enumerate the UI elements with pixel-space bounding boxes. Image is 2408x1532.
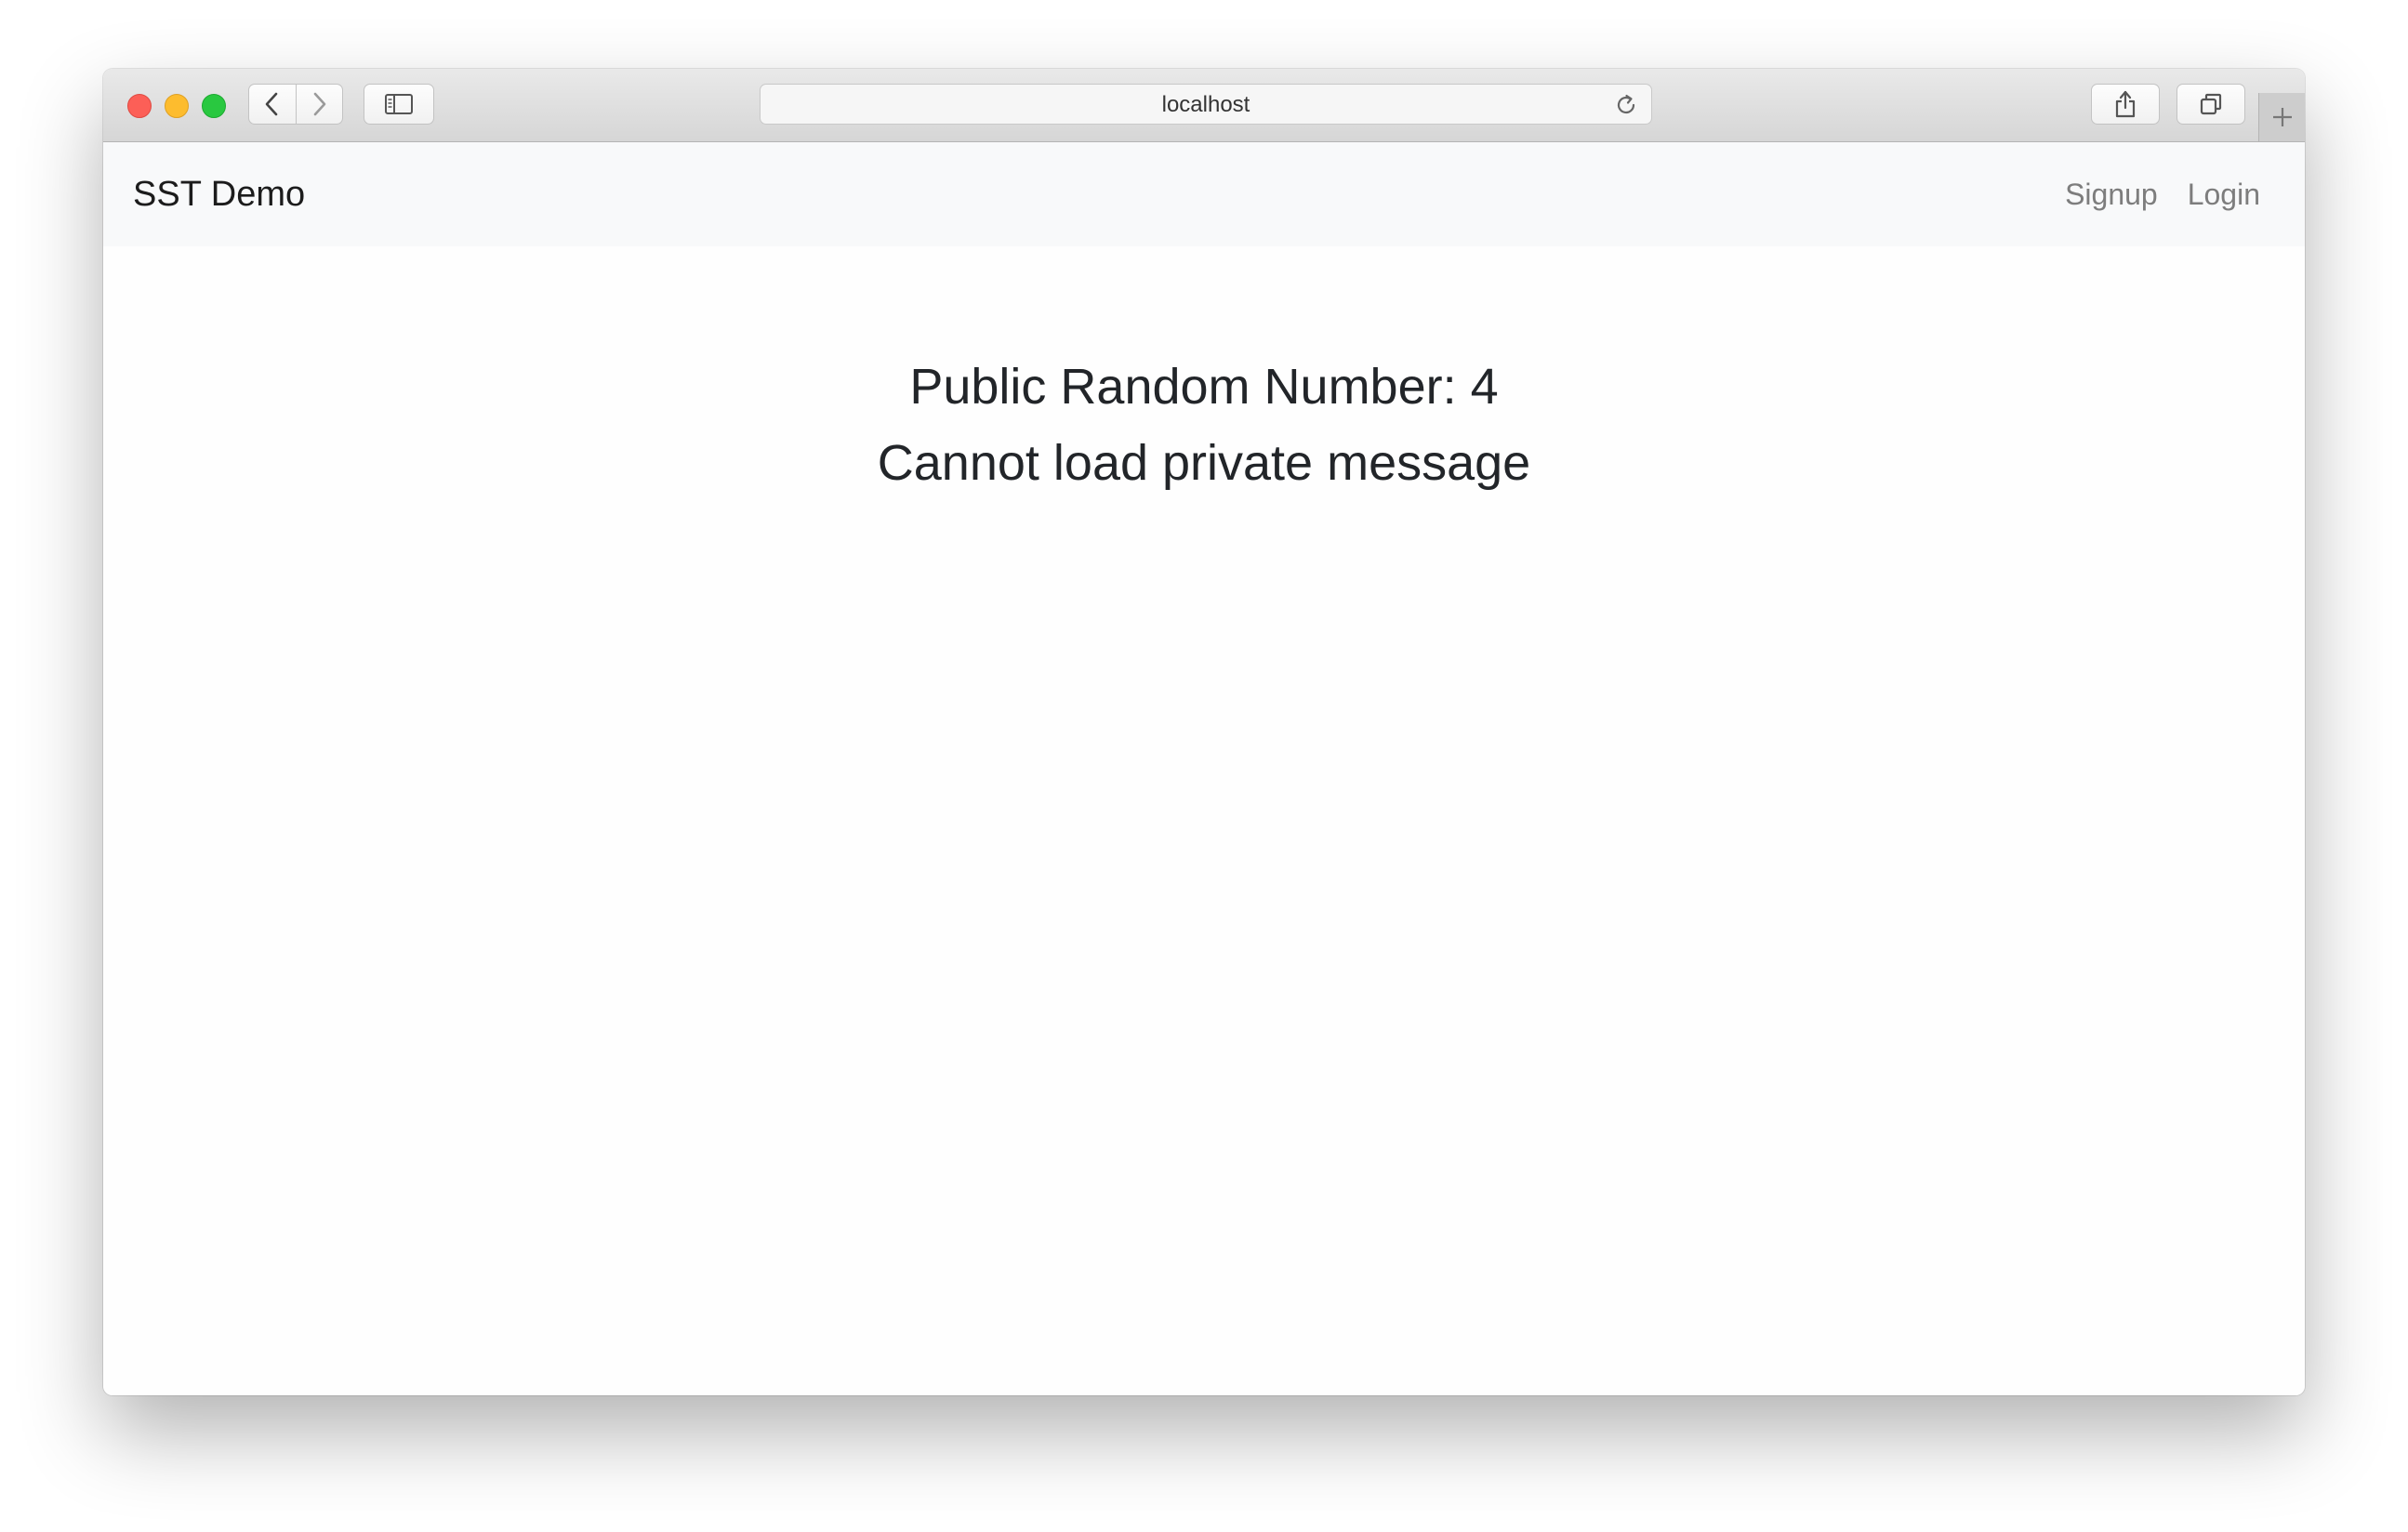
chevron-right-icon [313, 92, 326, 116]
sidebar-icon [385, 94, 413, 114]
share-button[interactable] [2091, 84, 2160, 125]
address-bar[interactable]: localhost [760, 84, 1652, 125]
history-nav-group [248, 84, 343, 125]
main-content: Public Random Number: 4 Cannot load priv… [103, 246, 2305, 1395]
signup-link[interactable]: Signup [2065, 178, 2158, 212]
plus-icon [2272, 108, 2292, 126]
app-navbar: SST Demo Signup Login [103, 142, 2305, 246]
new-tab-button[interactable] [2258, 93, 2305, 141]
browser-toolbar: localhost [103, 69, 2305, 142]
private-message-status: Cannot load private message [877, 435, 1531, 491]
browser-window: localhost SST Demo Signup Login Public R… [103, 69, 2305, 1395]
reload-icon[interactable] [1614, 93, 1638, 117]
forward-button[interactable] [296, 84, 343, 125]
sidebar-toggle-button[interactable] [364, 84, 434, 125]
minimize-window-button[interactable] [165, 94, 189, 118]
nav-links: Signup Login [2065, 142, 2260, 246]
maximize-window-button[interactable] [202, 94, 226, 118]
brand-link[interactable]: SST Demo [133, 142, 305, 246]
login-link[interactable]: Login [2188, 178, 2260, 212]
show-tabs-button[interactable] [2176, 84, 2245, 125]
share-icon [2115, 90, 2136, 118]
url-text: localhost [1161, 92, 1250, 117]
close-window-button[interactable] [127, 94, 152, 118]
back-button[interactable] [248, 84, 297, 125]
chevron-left-icon [265, 92, 278, 116]
tabs-icon [2200, 93, 2222, 115]
desktop-background: localhost SST Demo Signup Login Public R… [0, 0, 2408, 1532]
public-random-number: Public Random Number: 4 [909, 359, 1499, 415]
